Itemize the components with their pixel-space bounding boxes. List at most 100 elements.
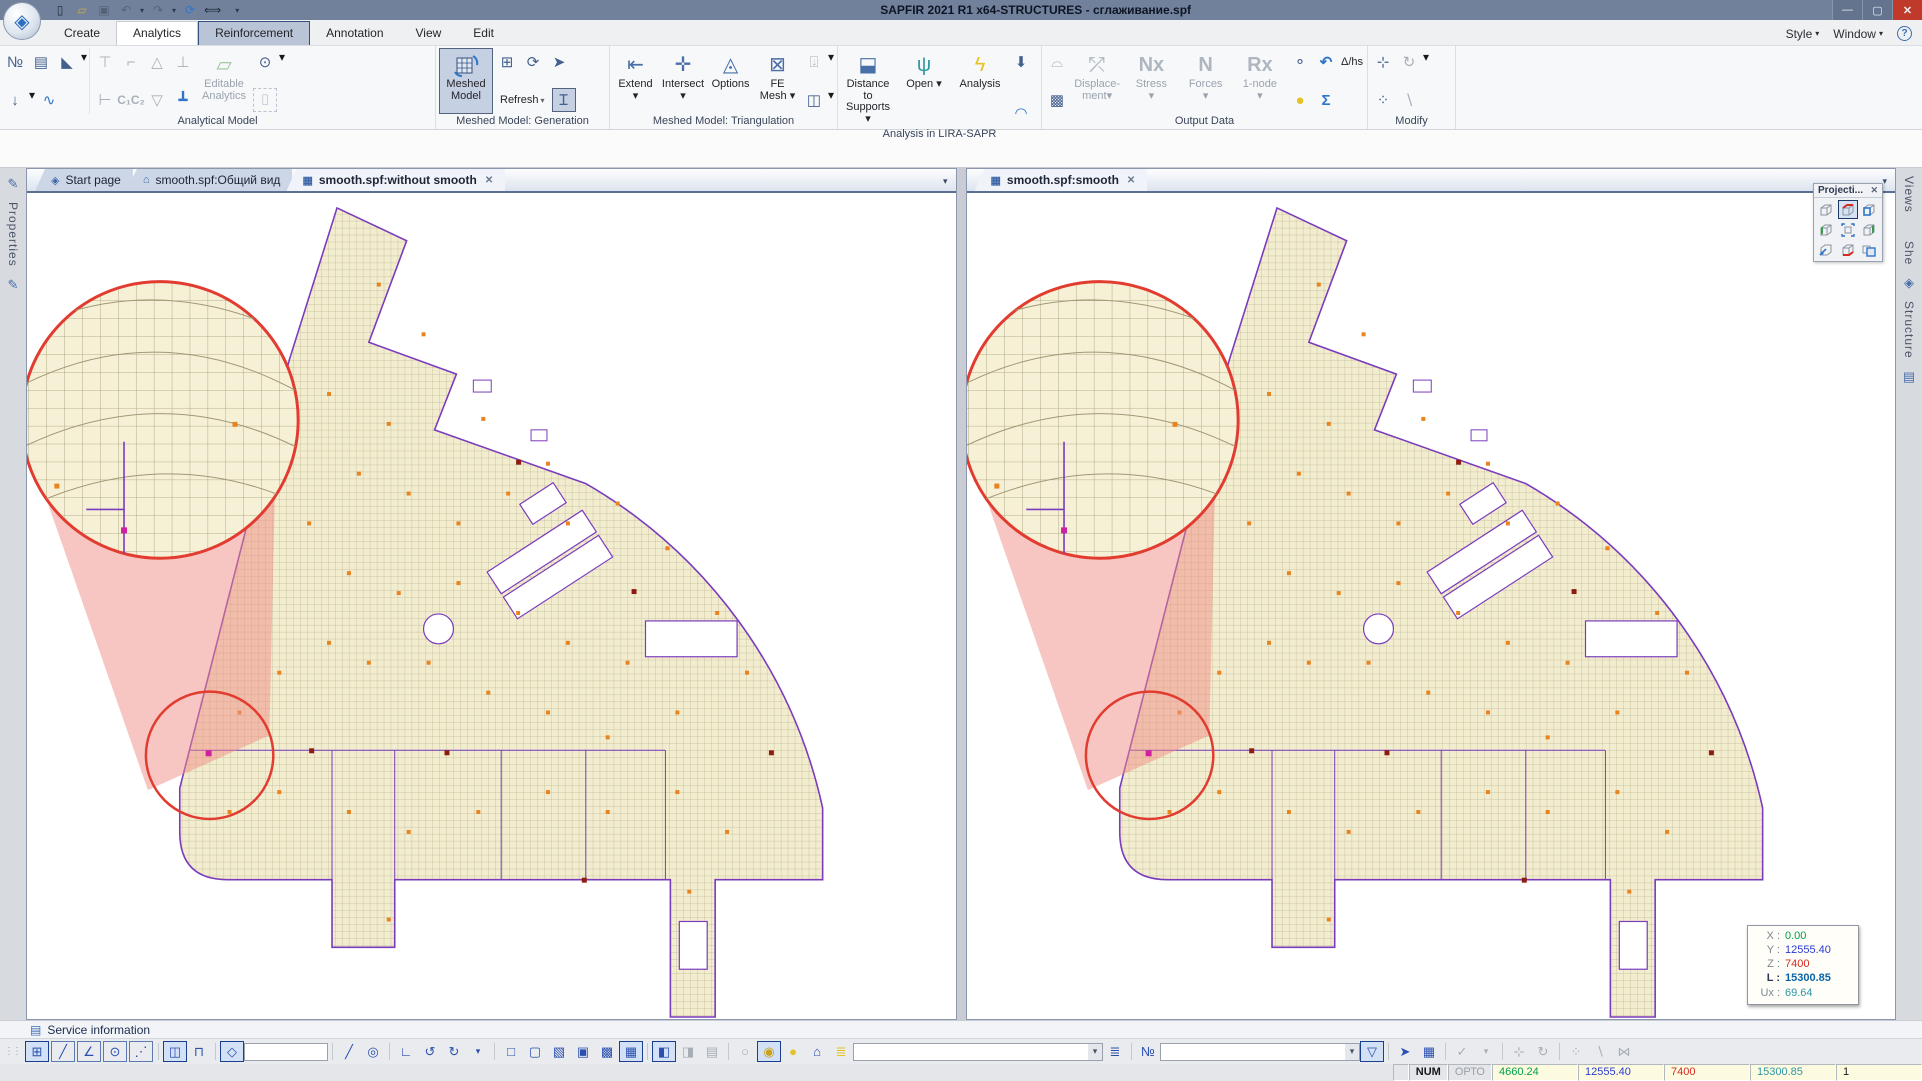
pan-icon[interactable]: ⊹ — [1507, 1041, 1531, 1062]
display-hidden-line-icon[interactable]: ▢ — [523, 1041, 547, 1062]
redo-dropdown-icon[interactable]: ▾ — [172, 6, 176, 15]
update-model-icon[interactable]: ⟳ — [182, 2, 198, 18]
projection-isometric-icon[interactable] — [1816, 200, 1836, 219]
close-tab-icon[interactable]: ✕ — [1127, 175, 1135, 186]
forces-button[interactable]: N Forces▾ — [1180, 48, 1232, 114]
numbering-icon[interactable]: № — [3, 50, 27, 74]
pane-splitter[interactable] — [957, 168, 966, 1020]
mesh-sync-icon[interactable]: ⟳ — [521, 50, 545, 74]
displacement-button[interactable]: ⤱ Displace- ment▾ — [1071, 48, 1123, 114]
distance-to-supports-button[interactable]: ⬓ Distance to Supports ▾ — [841, 48, 895, 127]
mirror-plane-icon[interactable]: ⋈ — [1612, 1041, 1636, 1062]
support-top-icon[interactable]: ⊤ — [93, 50, 117, 74]
magnet-object-icon[interactable]: ⊓ — [187, 1041, 211, 1062]
projection-bottom-icon[interactable] — [1838, 240, 1858, 259]
undo-results-icon[interactable]: ↶ — [1314, 50, 1338, 74]
clip-grid-icon[interactable]: ▤ — [700, 1041, 724, 1062]
edit-properties-icon[interactable]: ✎ — [8, 176, 19, 192]
layer-select[interactable]: ▾ — [853, 1043, 1103, 1061]
ibeam-mesh-icon[interactable]: Ɪ — [552, 88, 576, 112]
cursor-check-icon[interactable]: ➤ — [547, 50, 571, 74]
minimize-button[interactable]: — — [1832, 0, 1862, 20]
views-panel-tab[interactable]: Views — [1902, 176, 1916, 213]
sum-results-icon[interactable]: Σ — [1314, 88, 1338, 112]
left-viewport[interactable] — [27, 193, 956, 1019]
c1c2-icon[interactable]: C₁C₂ — [119, 88, 143, 112]
projection-front-icon[interactable] — [1838, 200, 1858, 219]
right-viewport[interactable] — [967, 193, 1896, 1019]
bridge-icon[interactable]: ◠ — [1009, 101, 1033, 125]
pile-field-icon[interactable]: ⍗ — [802, 50, 826, 74]
projection-fit-icon[interactable] — [1838, 220, 1858, 239]
tab-view[interactable]: View — [400, 22, 458, 45]
tab-without-smooth[interactable]: ▦ smooth.spf:without smooth ✕ — [286, 169, 505, 191]
rotate-dropdown-icon[interactable]: ▾ — [1423, 50, 1429, 74]
redo-icon[interactable]: ↷ — [150, 2, 166, 18]
mirror-icon[interactable]: ∖ — [1397, 88, 1421, 112]
support-fixed-icon[interactable]: ⊥ — [171, 50, 195, 74]
extend-button[interactable]: ⇤ Extend▾ — [613, 48, 658, 114]
window-menu[interactable]: Window ▾ — [1833, 27, 1883, 41]
light-selected-icon[interactable]: ◉ — [757, 1041, 781, 1062]
orbit-icon[interactable]: ↻ — [1531, 1041, 1555, 1062]
analysis-button[interactable]: ϟ Analysis — [953, 48, 1007, 127]
move-icon[interactable]: ⊹ — [1371, 50, 1395, 74]
numbering-filter-icon[interactable]: № — [1136, 1041, 1160, 1062]
tab-create[interactable]: Create — [48, 22, 116, 45]
maximize-button[interactable]: ▢ — [1862, 0, 1892, 20]
projection-left-icon[interactable] — [1816, 220, 1836, 239]
structure-panel-tab[interactable]: Structure — [1902, 301, 1916, 359]
axis-mark-dropdown-icon[interactable]: ▾ — [279, 50, 285, 74]
ortho-corner-icon[interactable]: ∟ — [394, 1041, 418, 1062]
undo-icon[interactable]: ↶ — [118, 2, 134, 18]
display-mesh-icon[interactable]: ▦ — [619, 1041, 643, 1062]
pinned-support-icon[interactable]: ▽ — [145, 88, 169, 112]
tab-analytics[interactable]: Analytics — [116, 21, 198, 45]
plane-level-input[interactable] — [244, 1043, 328, 1061]
projection-right-icon[interactable] — [1859, 220, 1879, 239]
column-support-icon[interactable]: ⊢ — [93, 88, 117, 112]
draw-circle-icon[interactable]: ◎ — [361, 1041, 385, 1062]
display-textured-icon[interactable]: ▣ — [571, 1041, 595, 1062]
display-shaded-icon[interactable]: ▧ — [547, 1041, 571, 1062]
mesh-regenerate-icon[interactable]: ⊞ — [495, 50, 519, 74]
editable-analytics-button[interactable]: ▱ EditableAnalytics — [197, 48, 251, 114]
open-folder-icon[interactable]: ▱ — [74, 2, 90, 18]
filter-dropdown-icon[interactable]: ▾ — [1345, 1044, 1359, 1060]
light-layers-icon[interactable]: ≣ — [829, 1041, 853, 1062]
work-plane-icon[interactable]: ◇ — [220, 1041, 244, 1062]
light-on-icon[interactable]: ● — [781, 1041, 805, 1062]
help-button[interactable]: ? — [1897, 26, 1912, 41]
one-node-button[interactable]: Rx 1-node▾ — [1234, 48, 1286, 114]
layer-dropdown-icon[interactable]: ▾ — [1088, 1044, 1102, 1060]
refresh-button[interactable]: Refresh▾ — [495, 88, 550, 112]
toolbar-grip[interactable]: ⋮⋮ — [4, 1046, 20, 1057]
support-free-icon[interactable]: ⌐ — [119, 50, 143, 74]
tab-general-view[interactable]: ⌂ smooth.spf:Общий вид — [127, 169, 293, 191]
more-options-icon[interactable]: ▾ — [1474, 1041, 1498, 1062]
undo-dropdown-icon[interactable]: ▾ — [140, 6, 144, 15]
measure-icon[interactable]: ⟺ — [204, 2, 221, 18]
nodes-bulb-off-icon[interactable]: ⚬ — [1288, 50, 1312, 74]
align-dropdown-icon[interactable]: ▾ — [828, 88, 834, 112]
snap-polyline-icon[interactable]: ⋰ — [129, 1041, 153, 1062]
status-ortho[interactable]: ОРТО — [1448, 1064, 1492, 1081]
rotate-y-icon[interactable]: ↻ — [442, 1041, 466, 1062]
options-button[interactable]: ◬ Options — [708, 48, 753, 114]
fe-mesh-button[interactable]: ⊠ FE Mesh ▾ — [755, 48, 800, 114]
close-button[interactable]: ✕ — [1892, 0, 1922, 20]
load-icon[interactable]: ↓ — [3, 88, 27, 112]
apply-check-icon[interactable]: ✓ — [1450, 1041, 1474, 1062]
clip-plane-icon[interactable]: ◨ — [676, 1041, 700, 1062]
draw-line-icon[interactable]: ╱ — [337, 1041, 361, 1062]
style-menu[interactable]: Style ▾ — [1786, 27, 1820, 41]
display-settings-icon[interactable]: ▩ — [595, 1041, 619, 1062]
nodes-bulb-on-icon[interactable]: ● — [1288, 88, 1312, 112]
tab-annotation[interactable]: Annotation — [310, 22, 399, 45]
load-dropdown-icon[interactable]: ▾ — [29, 88, 35, 112]
properties-panel-tab[interactable]: Properties — [6, 202, 20, 267]
clip-box-icon[interactable]: ◧ — [652, 1041, 676, 1062]
app-logo-button[interactable]: ◈ — [3, 2, 41, 40]
close-tab-icon[interactable]: ✕ — [485, 175, 493, 186]
magnet-screen-icon[interactable]: ◫ — [163, 1041, 187, 1062]
